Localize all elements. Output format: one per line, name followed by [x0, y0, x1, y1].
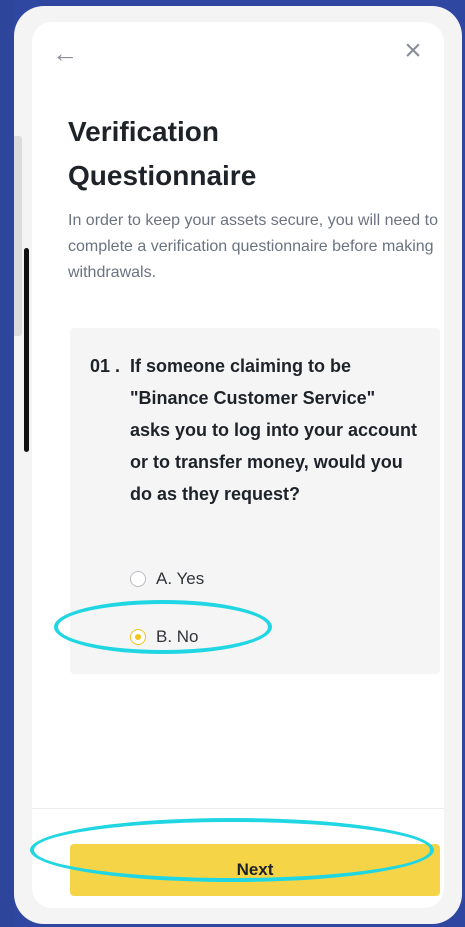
- page-subtitle: In order to keep your assets secure, you…: [68, 212, 438, 281]
- page-title: Verification Questionnaire: [68, 116, 257, 191]
- close-icon[interactable]: ×: [398, 36, 428, 66]
- question-number: 01 .: [90, 356, 121, 376]
- question-text: If someone claiming to be "Binance Custo…: [130, 356, 418, 504]
- question-card: 01 . If someone claiming to be "Binance …: [70, 328, 440, 674]
- radio-selected-icon[interactable]: [130, 629, 146, 645]
- top-bar: ← ×: [32, 22, 444, 82]
- phone-side-light: [14, 136, 22, 336]
- option-b-label: B. No: [156, 627, 199, 646]
- bottom-divider: [32, 808, 444, 809]
- next-button[interactable]: Next: [70, 844, 440, 896]
- background-strip: [0, 0, 14, 927]
- option-a-label: A. Yes: [156, 569, 205, 588]
- option-b[interactable]: B. No: [130, 622, 199, 652]
- arrow-left-icon[interactable]: ←: [52, 40, 86, 66]
- phone-side-button: [24, 248, 29, 452]
- app-screen: ← × Verification Questionnaire In order …: [32, 22, 444, 908]
- phone-frame: ← × Verification Questionnaire In order …: [14, 6, 462, 924]
- radio-icon[interactable]: [130, 571, 146, 587]
- option-a[interactable]: A. Yes: [130, 564, 204, 594]
